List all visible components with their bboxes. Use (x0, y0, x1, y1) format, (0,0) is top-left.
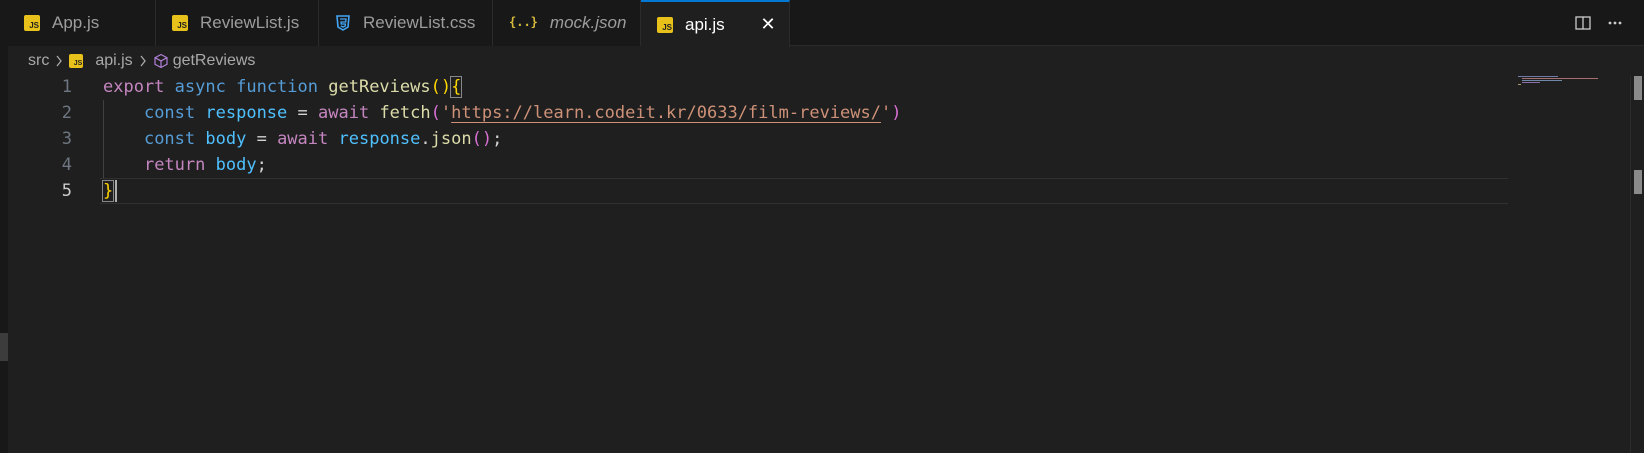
tab-reviewlist-css[interactable]: ReviewList.css (319, 0, 493, 46)
token-operator: = (246, 129, 278, 149)
token-keyword: await (318, 103, 370, 123)
token-keyword: await (277, 129, 329, 149)
tab-api-js[interactable]: JS api.js ✕ (641, 0, 790, 47)
line-number: 2 (61, 103, 72, 123)
breadcrumb-symbol[interactable]: getReviews (173, 52, 256, 70)
js-file-icon: JS (24, 15, 40, 31)
token-variable: response (338, 129, 421, 149)
js-file-icon: JS (657, 16, 673, 33)
code-line-4: return body; (103, 152, 267, 178)
line-number: 4 (61, 155, 72, 175)
chevron-right-icon (139, 55, 147, 67)
token-bracket-matched: } (101, 180, 115, 202)
token-keyword: function (236, 77, 318, 97)
token-string-quote: ' (881, 103, 892, 123)
code-line-5: } (101, 178, 115, 204)
token-variable: response (205, 103, 288, 123)
token-punctuation: . (420, 129, 431, 149)
css-file-icon (335, 15, 351, 31)
tab-label: mock.json (549, 13, 627, 32)
token-bracket: ( (430, 103, 441, 123)
token-bracket: ( (471, 129, 482, 149)
token-bracket: ) (440, 77, 452, 97)
code-line-3: const body = await response.json(); (103, 126, 502, 152)
token-keyword: return (143, 155, 206, 175)
token-bracket: ) (481, 129, 493, 149)
token-function-name: getReviews (328, 77, 431, 97)
minimap-line (1522, 82, 1540, 83)
js-file-icon: JS (172, 15, 188, 31)
tab-app-js[interactable]: JS App.js (8, 0, 156, 46)
token-bracket: ) (891, 103, 902, 123)
activity-strip (0, 0, 8, 453)
token-operator: = (287, 103, 318, 123)
tab-reviewlist-js[interactable]: JS ReviewList.js (156, 0, 319, 46)
breadcrumb-folder[interactable]: src (28, 52, 49, 70)
breadcrumb-file[interactable]: api.js (95, 52, 132, 70)
scrollbar-cursor-marker (1634, 170, 1642, 194)
vertical-scrollbar[interactable] (1630, 76, 1644, 453)
token-punctuation: ; (492, 129, 503, 149)
line-number-active: 5 (61, 181, 72, 201)
close-icon[interactable]: ✕ (757, 13, 779, 35)
code-line-2: const response = await fetch('https://le… (103, 100, 902, 126)
ellipsis-icon[interactable] (1605, 13, 1625, 33)
token-variable: body (205, 129, 247, 149)
tab-label: App.js (52, 13, 100, 32)
sash-marker[interactable] (0, 333, 8, 361)
token-variable: body (215, 155, 257, 175)
token-string-quote: ' (440, 103, 452, 123)
line-number: 3 (61, 129, 72, 149)
token-method: json (430, 129, 472, 149)
token-keyword: export (103, 77, 165, 97)
minimap-line (1518, 84, 1521, 85)
minimap-line (1522, 78, 1598, 79)
text-cursor (115, 180, 117, 202)
symbol-method-icon (153, 53, 169, 69)
token-url-link[interactable]: https://learn.codeit.kr/0633/film-review… (451, 103, 881, 123)
minimap[interactable] (1518, 76, 1598, 86)
line-number: 1 (61, 77, 72, 97)
tab-bar: JS App.js JS ReviewList.js ReviewList.cs… (8, 0, 1644, 47)
chevron-right-icon (55, 55, 63, 67)
scrollbar-slider[interactable] (1634, 76, 1642, 100)
token-function-call: fetch (379, 103, 431, 123)
js-file-icon: JS (69, 54, 84, 68)
minimap-line (1522, 80, 1562, 81)
token-keyword: const (143, 129, 196, 149)
split-editor-icon[interactable] (1573, 13, 1593, 33)
token-bracket: ( (430, 77, 441, 97)
tab-label: ReviewList.js (200, 13, 300, 32)
tab-mock-json[interactable]: {..} mock.json (493, 0, 641, 46)
tab-label: api.js (685, 14, 725, 34)
json-file-icon: {..} (509, 15, 538, 29)
code-line-1: export async function getReviews(){ (103, 74, 463, 100)
tab-label: ReviewList.css (363, 13, 476, 32)
token-punctuation: ; (256, 155, 267, 175)
current-line-highlight (100, 178, 1508, 204)
token-keyword: const (143, 103, 196, 123)
token-bracket-matched: { (450, 76, 463, 98)
breadcrumb: src JS api.js getReviews (28, 50, 255, 72)
token-keyword: async (174, 77, 226, 97)
minimap-line (1518, 76, 1558, 77)
